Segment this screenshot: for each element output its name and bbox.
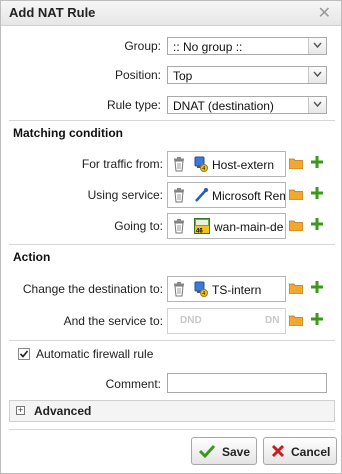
group-select[interactable]: :: No group :: (167, 37, 327, 55)
position-label: Position: (114, 68, 161, 82)
traffic-from-label: For traffic from: (81, 157, 163, 171)
and-service-field[interactable]: DND DN (167, 308, 286, 334)
rule-type-select[interactable]: DNAT (destination) (167, 96, 327, 114)
chevron-down-icon[interactable] (308, 67, 326, 83)
advanced-section[interactable]: + Advanced (9, 400, 335, 422)
change-destination-value: TS-intern (212, 283, 262, 297)
using-service-value: Microsoft Rem (212, 189, 286, 203)
going-to-field[interactable]: 46 wan-main-de (167, 213, 286, 239)
network-interface-icon: 46 (194, 218, 210, 237)
rule-type-value: DNAT (destination) (173, 99, 274, 113)
title-bar: Add NAT Rule ✕ (1, 1, 341, 26)
matching-condition-heading: Matching condition (13, 126, 123, 140)
svg-text:4: 4 (202, 166, 205, 172)
divider (9, 120, 335, 121)
folder-icon[interactable] (288, 188, 304, 203)
divider (9, 244, 335, 245)
host-icon: 4 (194, 156, 208, 175)
automatic-firewall-rule-checkbox[interactable] (18, 348, 30, 360)
trash-icon[interactable] (173, 157, 185, 175)
cancel-label: Cancel (291, 445, 331, 459)
service-icon (194, 187, 208, 206)
trash-icon[interactable] (173, 282, 185, 300)
action-heading: Action (13, 250, 51, 264)
check-icon (198, 444, 216, 461)
folder-icon[interactable] (288, 314, 304, 329)
group-value: :: No group :: (173, 40, 243, 54)
save-button[interactable]: Save (191, 437, 257, 465)
folder-icon[interactable] (288, 157, 304, 172)
host-icon: 4 (194, 281, 208, 300)
comment-label: Comment: (105, 377, 161, 391)
trash-icon[interactable] (173, 188, 185, 206)
using-service-field[interactable]: Microsoft Rem (167, 182, 286, 208)
folder-icon[interactable] (288, 219, 304, 234)
chevron-down-icon[interactable] (308, 38, 326, 54)
plus-icon[interactable] (311, 281, 323, 296)
drop-placeholder: DN (265, 315, 280, 326)
going-to-label: Going to: (114, 219, 163, 233)
dialog-title: Add NAT Rule (9, 5, 96, 20)
drop-placeholder: DND (180, 315, 202, 326)
and-service-label: And the service to: (63, 314, 163, 328)
folder-icon[interactable] (288, 282, 304, 297)
rule-type-label: Rule type: (106, 98, 161, 112)
advanced-label: Advanced (34, 404, 92, 418)
plus-icon[interactable] (311, 187, 323, 202)
traffic-from-value: Host-extern (212, 158, 275, 172)
plus-icon[interactable] (311, 156, 323, 171)
divider (9, 340, 335, 341)
save-label: Save (222, 445, 251, 459)
comment-input[interactable] (167, 373, 327, 393)
svg-text:46: 46 (196, 229, 203, 235)
chevron-down-icon[interactable] (308, 97, 326, 113)
svg-text:4: 4 (202, 291, 205, 297)
cancel-icon (271, 444, 285, 461)
position-value: Top (173, 69, 193, 83)
position-select[interactable]: Top (167, 66, 327, 84)
change-destination-field[interactable]: 4 TS-intern (167, 276, 286, 302)
plus-icon[interactable] (311, 313, 323, 328)
using-service-label: Using service: (87, 188, 163, 202)
change-destination-label: Change the destination to: (22, 282, 163, 296)
traffic-from-field[interactable]: 4 Host-extern (167, 151, 286, 177)
divider (9, 429, 335, 430)
plus-icon[interactable] (311, 218, 323, 233)
add-nat-rule-dialog: Add NAT Rule ✕ Group: :: No group :: Pos… (0, 0, 342, 474)
going-to-value: wan-main-de (214, 220, 284, 234)
close-icon[interactable]: ✕ (318, 3, 331, 23)
cancel-button[interactable]: Cancel (263, 437, 337, 465)
trash-icon[interactable] (173, 219, 185, 237)
automatic-firewall-rule-label: Automatic firewall rule (36, 347, 154, 361)
expand-icon[interactable]: + (16, 406, 25, 415)
group-label: Group: (124, 39, 161, 53)
